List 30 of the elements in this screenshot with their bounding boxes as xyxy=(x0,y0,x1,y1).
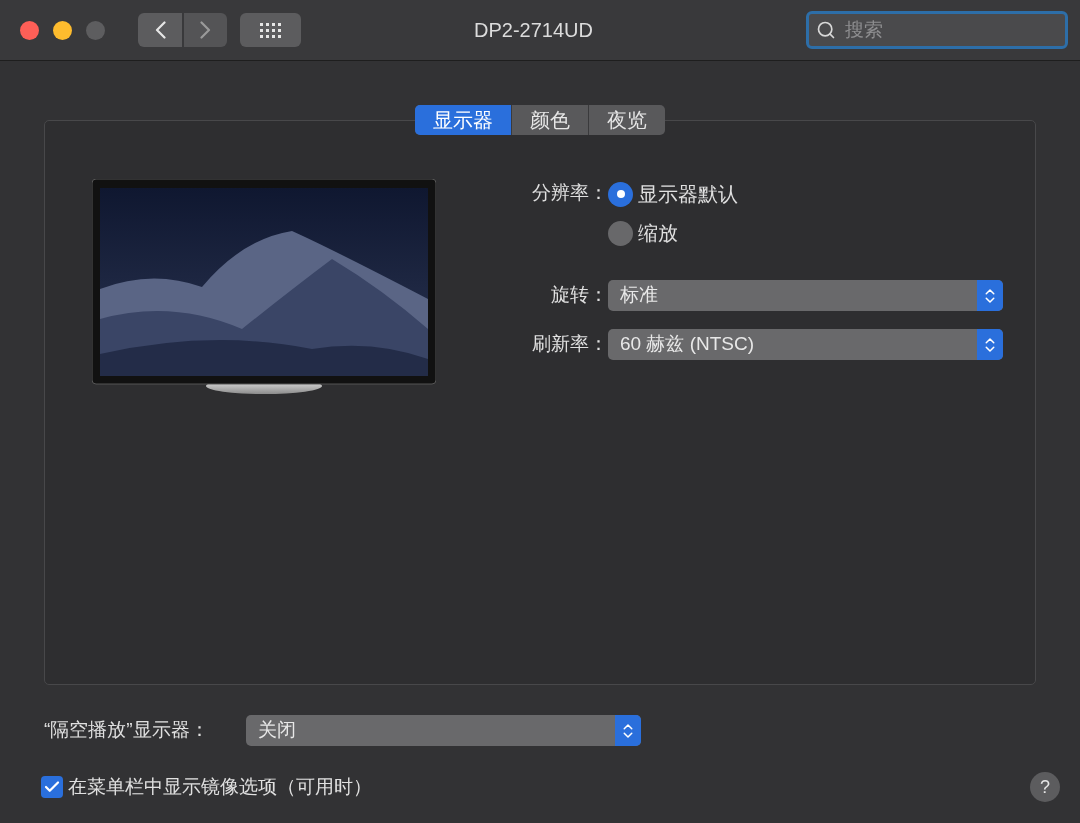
radio-label: 显示器默认 xyxy=(638,182,738,207)
stepper-icon xyxy=(977,280,1003,311)
zoom-icon xyxy=(86,20,105,40)
stepper-icon xyxy=(615,715,641,746)
chevron-left-icon xyxy=(154,21,166,39)
window-title: DP2-2714UD xyxy=(474,18,594,43)
forward-button[interactable] xyxy=(184,13,227,47)
airplay-label: “隔空播放”显示器： xyxy=(44,718,210,743)
popup-button[interactable]: 标准 xyxy=(608,280,1003,311)
radio-button[interactable] xyxy=(608,220,633,246)
back-button[interactable] xyxy=(138,13,182,47)
popup-label: 旋转： xyxy=(550,283,608,308)
help-button[interactable]: ? xyxy=(1030,772,1060,802)
show-all-button[interactable] xyxy=(240,13,301,47)
stepper-icon xyxy=(977,329,1003,360)
minimize-icon[interactable] xyxy=(53,20,72,40)
tab[interactable]: 显示器 xyxy=(415,105,511,135)
grid-icon xyxy=(258,22,283,38)
popup-button[interactable]: 60 赫兹 (NTSC) xyxy=(608,329,1003,360)
checkbox[interactable] xyxy=(41,776,63,798)
popup-button[interactable]: 关闭 xyxy=(246,715,641,746)
checkbox-label: 在菜单栏中显示镜像选项（可用时） xyxy=(68,774,372,799)
popup-label: 刷新率： xyxy=(531,332,608,357)
search-field[interactable]: 搜索 xyxy=(806,11,1068,49)
radio-label: 缩放 xyxy=(638,221,678,246)
radio-button[interactable] xyxy=(608,181,633,207)
chevron-right-icon xyxy=(200,21,211,39)
close-icon[interactable] xyxy=(20,20,39,40)
resolution-label: 分辨率： xyxy=(531,181,608,205)
search-icon xyxy=(816,20,836,40)
